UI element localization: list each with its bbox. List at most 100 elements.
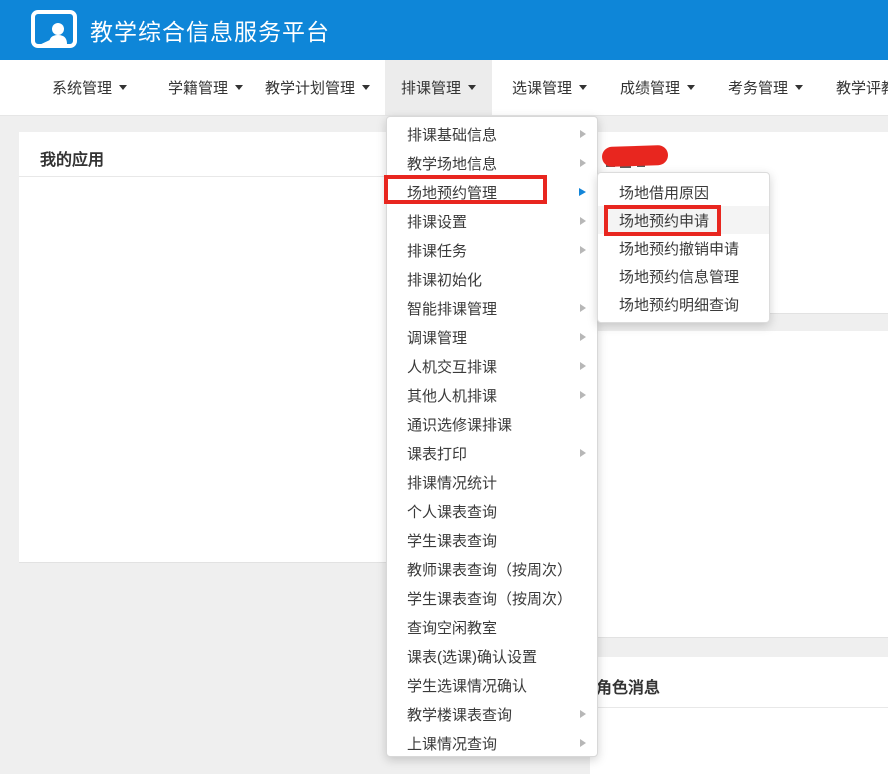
chevron-down-icon [119,85,127,90]
menu-item-label: 场地预约撤销申请 [619,238,739,259]
nav-item-7[interactable]: 考务管理 [712,60,819,115]
menu-item-label: 场地预约信息管理 [619,266,739,287]
menu-item-13[interactable]: 排课情况统计 [387,468,597,497]
menu-item-2[interactable]: 教学场地信息 [387,149,597,178]
nav-item-4[interactable]: 排课管理 [385,60,492,115]
menu-item-label: 上课情况查询 [407,733,497,754]
submenu-expand-arrow-icon [580,304,586,312]
role-messages-panel: 角色消息 [590,657,888,774]
menu-item-4[interactable]: 排课设置 [387,207,597,236]
menu-item-10[interactable]: 其他人机排课 [387,381,597,410]
nav-item-label: 学籍管理 [168,77,228,98]
nav-item-label: 选课管理 [512,77,572,98]
menu-item-20[interactable]: 学生选课情况确认 [387,671,597,700]
scheduling-dropdown-menu: 排课基础信息教学场地信息场地预约管理排课设置排课任务排课初始化智能排课管理调课管… [386,116,598,757]
menu-item-label: 其他人机排课 [407,385,497,406]
menu-item-15[interactable]: 学生课表查询 [387,526,597,555]
chevron-down-icon [579,85,587,90]
nav-item-label: 考务管理 [728,77,788,98]
submenu-expand-arrow-icon [579,188,586,196]
menu-item-label: 课表(选课)确认设置 [407,646,537,667]
menu-item-label: 学生课表查询（按周次） [407,588,572,609]
main-nav: 系统管理 学籍管理 教学计划管理 排课管理 选课管理 成绩管理 考务管理 教学评教管理 [0,60,888,116]
nav-item-1[interactable]: 系统管理 [36,60,143,115]
submenu-expand-arrow-icon [580,246,586,254]
menu-item-label: 排课基础信息 [407,124,497,145]
app-title: 教学综合信息服务平台 [90,13,330,47]
menu-item-17[interactable]: 学生课表查询（按周次） [387,584,597,613]
menu-item-18[interactable]: 查询空闲教室 [387,613,597,642]
submenu-expand-arrow-icon [580,710,586,718]
menu-item-label: 个人课表查询 [407,501,497,522]
menu-item-19[interactable]: 课表(选课)确认设置 [387,642,597,671]
menu-item-11[interactable]: 通识选修课排课 [387,410,597,439]
menu-item-label: 课表打印 [407,443,467,464]
menu-item-label: 场地预约管理 [407,182,497,203]
menu-item-9[interactable]: 人机交互排课 [387,352,597,381]
menu-item-label: 调课管理 [407,327,467,348]
submenu-expand-arrow-icon [580,333,586,341]
nav-item-6[interactable]: 成绩管理 [604,60,711,115]
menu-item-label: 学生课表查询 [407,530,497,551]
panel-divider [590,707,888,708]
menu-item-label: 人机交互排课 [407,356,497,377]
menu-item-6[interactable]: 排课初始化 [387,265,597,294]
menu-item-8[interactable]: 调课管理 [387,323,597,352]
nav-item-8[interactable]: 教学评教管理 [820,60,888,115]
menu-item-label: 排课情况统计 [407,472,497,493]
role-messages-title: 角色消息 [590,657,888,698]
submenu-expand-arrow-icon [580,739,586,747]
submenu-expand-arrow-icon [580,449,586,457]
chevron-down-icon [687,85,695,90]
menu-item-label: 查询空闲教室 [407,617,497,638]
menu-item-label: 场地借用原因 [619,182,709,203]
submenu-item-2[interactable]: 场地预约申请 [598,206,769,234]
submenu-item-1[interactable]: 场地借用原因 [598,178,769,206]
nav-item-2[interactable]: 学籍管理 [152,60,259,115]
chevron-down-icon [235,85,243,90]
menu-item-12[interactable]: 课表打印 [387,439,597,468]
menu-item-label: 场地预约申请 [619,210,709,231]
menu-item-label: 通识选修课排课 [407,414,512,435]
submenu-item-5[interactable]: 场地预约明细查询 [598,290,769,318]
menu-item-label: 排课初始化 [407,269,482,290]
menu-item-5[interactable]: 排课任务 [387,236,597,265]
app-logo-presenter-icon [30,9,78,51]
menu-item-label: 场地预约明细查询 [619,294,739,315]
nav-item-label: 教学评教管理 [836,77,888,98]
menu-item-7[interactable]: 智能排课管理 [387,294,597,323]
chevron-down-icon [362,85,370,90]
nav-item-label: 系统管理 [52,77,112,98]
menu-item-label: 排课任务 [407,240,467,261]
nav-item-label: 教学计划管理 [265,77,355,98]
nav-item-label: 成绩管理 [620,77,680,98]
menu-item-22[interactable]: 上课情况查询 [387,729,597,758]
submenu-expand-arrow-icon [580,217,586,225]
nav-item-label: 排课管理 [401,77,461,98]
menu-item-3[interactable]: 场地预约管理 [387,178,597,207]
submenu-expand-arrow-icon [580,130,586,138]
menu-item-21[interactable]: 教学楼课表查询 [387,700,597,729]
venue-reservation-submenu: 场地借用原因场地预约申请场地预约撤销申请场地预约信息管理场地预约明细查询 [597,172,770,323]
menu-item-1[interactable]: 排课基础信息 [387,120,597,149]
submenu-expand-arrow-icon [580,362,586,370]
submenu-expand-arrow-icon [580,159,586,167]
chevron-down-icon [468,85,476,90]
red-scribble-annotation [602,145,669,167]
nav-item-5[interactable]: 选课管理 [496,60,603,115]
menu-item-label: 排课设置 [407,211,467,232]
app-header: 教学综合信息服务平台 [0,0,888,60]
submenu-expand-arrow-icon [580,391,586,399]
menu-item-16[interactable]: 教师课表查询（按周次） [387,555,597,584]
menu-item-label: 教学场地信息 [407,153,497,174]
menu-item-label: 教师课表查询（按周次） [407,559,572,580]
menu-item-14[interactable]: 个人课表查询 [387,497,597,526]
nav-item-3[interactable]: 教学计划管理 [249,60,386,115]
chevron-down-icon [795,85,803,90]
submenu-item-4[interactable]: 场地预约信息管理 [598,262,769,290]
right-middle-panel [590,331,888,638]
menu-item-label: 教学楼课表查询 [407,704,512,725]
menu-item-label: 学生选课情况确认 [407,675,527,696]
submenu-item-3[interactable]: 场地预约撤销申请 [598,234,769,262]
menu-item-label: 智能排课管理 [407,298,497,319]
